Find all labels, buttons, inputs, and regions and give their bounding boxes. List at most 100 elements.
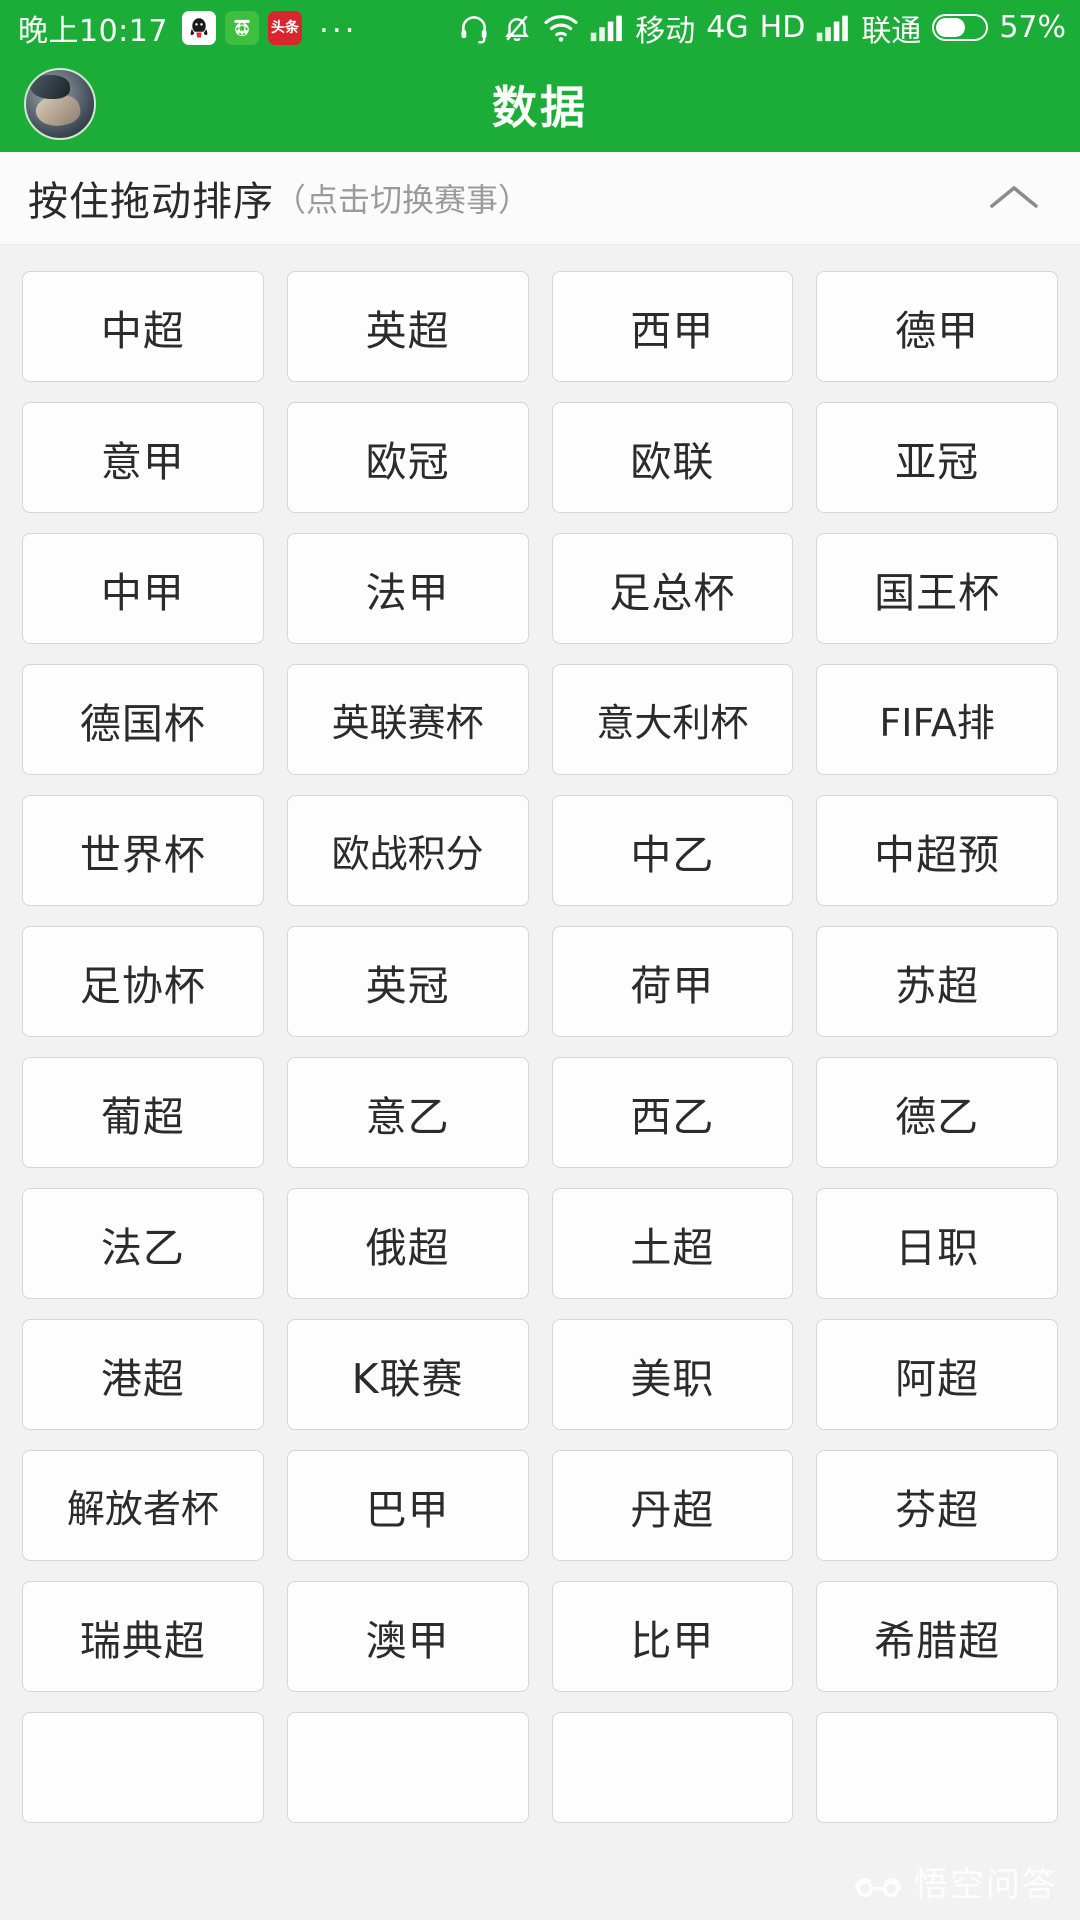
league-card[interactable]: 中超 [22, 271, 264, 382]
league-card-label: 解放者杯 [66, 1487, 219, 1531]
sort-hint-label: 按住拖动排序 [28, 179, 274, 225]
league-card[interactable]: 中乙 [551, 795, 794, 906]
league-card[interactable]: 中甲 [22, 533, 264, 644]
league-card[interactable]: 丹超 [551, 1450, 794, 1561]
league-card[interactable]: 欧战积分 [286, 795, 529, 906]
battery-icon [932, 14, 989, 41]
league-card[interactable]: 欧冠 [286, 402, 529, 513]
league-card[interactable]: 英联赛杯 [286, 664, 529, 775]
headset-icon [457, 12, 491, 44]
league-card[interactable]: 中超预 [816, 795, 1058, 906]
league-card-label: 意乙 [365, 1092, 450, 1141]
status-bar: 晚上10:17 头条 ... 移动 4G HD 联通 57% [0, 0, 1080, 55]
league-card[interactable]: 西甲 [551, 271, 794, 382]
league-card-label: 法甲 [365, 568, 450, 617]
league-card-label: 日职 [895, 1223, 980, 1272]
league-card-label: 希腊超 [874, 1616, 1001, 1665]
league-card-label: 澳甲 [365, 1616, 450, 1665]
league-card[interactable]: 澳甲 [286, 1581, 529, 1692]
league-card-label: 欧战积分 [331, 832, 484, 876]
league-card-label: 德甲 [895, 306, 980, 355]
league-card-label: K联赛 [351, 1354, 464, 1403]
league-card[interactable]: 西乙 [551, 1057, 794, 1168]
league-card[interactable] [551, 1712, 794, 1823]
league-card[interactable]: 英超 [286, 271, 529, 382]
league-card-label: 足总杯 [609, 568, 736, 617]
signal-bars-icon-2 [816, 13, 850, 43]
league-card[interactable]: 日职 [816, 1188, 1058, 1299]
signal-bars-icon [590, 13, 624, 43]
league-card[interactable]: FIFA排 [816, 664, 1058, 775]
wifi-icon [543, 13, 579, 43]
league-card-label: 足协杯 [79, 961, 206, 1010]
league-card[interactable]: 足协杯 [22, 926, 264, 1037]
status-app-icons: 头条 ... [181, 4, 358, 45]
status-overflow-icon: ... [318, 4, 358, 41]
league-card[interactable]: 欧联 [551, 402, 794, 513]
league-card[interactable]: 荷甲 [551, 926, 794, 1037]
sort-hint-sublabel: （点击切换赛事） [274, 181, 531, 219]
app-header: 数据 [0, 55, 1080, 152]
league-card-label: 芬超 [895, 1485, 980, 1534]
league-card-label: 英超 [365, 306, 450, 355]
league-card[interactable]: 巴甲 [286, 1450, 529, 1561]
league-card[interactable]: 世界杯 [22, 795, 264, 906]
league-card-label: 国王杯 [874, 568, 1001, 617]
league-card[interactable]: 德甲 [816, 271, 1058, 382]
league-card-label: 土超 [630, 1223, 715, 1272]
league-card[interactable]: 意乙 [286, 1057, 529, 1168]
network-type-label: 4G [706, 10, 749, 45]
league-card-label: 丹超 [630, 1485, 715, 1534]
sort-section-header[interactable]: 按住拖动排序 （点击切换赛事） [0, 152, 1080, 245]
league-card[interactable]: 国王杯 [816, 533, 1058, 644]
league-card-label: 欧联 [630, 437, 715, 486]
league-card[interactable]: 德乙 [816, 1057, 1058, 1168]
league-card[interactable]: K联赛 [286, 1319, 529, 1430]
league-card-label: 巴甲 [365, 1485, 450, 1534]
toutiao-icon: 头条 [267, 10, 302, 45]
avatar[interactable] [24, 67, 96, 140]
league-card[interactable]: 法乙 [22, 1188, 264, 1299]
carrier-1-label: 移动 [635, 13, 696, 49]
league-card-label: FIFA排 [879, 701, 995, 745]
league-card[interactable]: 芬超 [816, 1450, 1058, 1561]
league-card-label: 港超 [100, 1354, 185, 1403]
league-card[interactable]: 比甲 [551, 1581, 794, 1692]
battery-percent-label: 57% [999, 10, 1066, 45]
league-card[interactable]: 解放者杯 [22, 1450, 264, 1561]
league-card[interactable]: 瑞典超 [22, 1581, 264, 1692]
league-card[interactable]: 阿超 [816, 1319, 1058, 1430]
league-card[interactable]: 亚冠 [816, 402, 1058, 513]
league-card[interactable]: 意甲 [22, 402, 264, 513]
league-card[interactable] [816, 1712, 1058, 1823]
league-card-label: 中超预 [874, 830, 1001, 879]
league-card[interactable]: 意大利杯 [551, 664, 794, 775]
league-card-label: 英冠 [365, 961, 450, 1010]
league-card[interactable]: 英冠 [286, 926, 529, 1037]
league-card-label: 欧冠 [365, 437, 450, 486]
league-card-label: 世界杯 [79, 830, 206, 879]
league-card-label: 俄超 [365, 1223, 450, 1272]
league-card-label: 西甲 [630, 306, 715, 355]
league-card[interactable]: 苏超 [816, 926, 1058, 1037]
league-card-label: 中乙 [630, 830, 715, 879]
league-card[interactable]: 法甲 [286, 533, 529, 644]
league-card[interactable]: 美职 [551, 1319, 794, 1430]
league-card[interactable]: 足总杯 [551, 533, 794, 644]
league-card-label: 瑞典超 [79, 1616, 206, 1665]
league-card[interactable]: 土超 [551, 1188, 794, 1299]
league-card[interactable]: 希腊超 [816, 1581, 1058, 1692]
league-card[interactable]: 港超 [22, 1319, 264, 1430]
league-grid: 中超 英超 西甲 德甲意甲 欧冠 欧联 亚冠中甲 法甲 足总杯 国王杯德国杯 英联赛杯 意大利杯 FIF… [0, 245, 1080, 1920]
league-card[interactable]: 俄超 [286, 1188, 529, 1299]
league-card[interactable] [286, 1712, 529, 1823]
chevron-up-icon[interactable] [976, 160, 1052, 236]
page-title: 数据 [491, 81, 588, 134]
league-card[interactable]: 葡超 [22, 1057, 264, 1168]
league-card-label: 中甲 [100, 568, 185, 617]
league-card-label: 英联赛杯 [331, 701, 484, 745]
league-card[interactable] [22, 1712, 264, 1823]
qq-icon [181, 10, 216, 45]
league-card[interactable]: 德国杯 [22, 664, 264, 775]
league-card-label: 亚冠 [895, 437, 980, 486]
